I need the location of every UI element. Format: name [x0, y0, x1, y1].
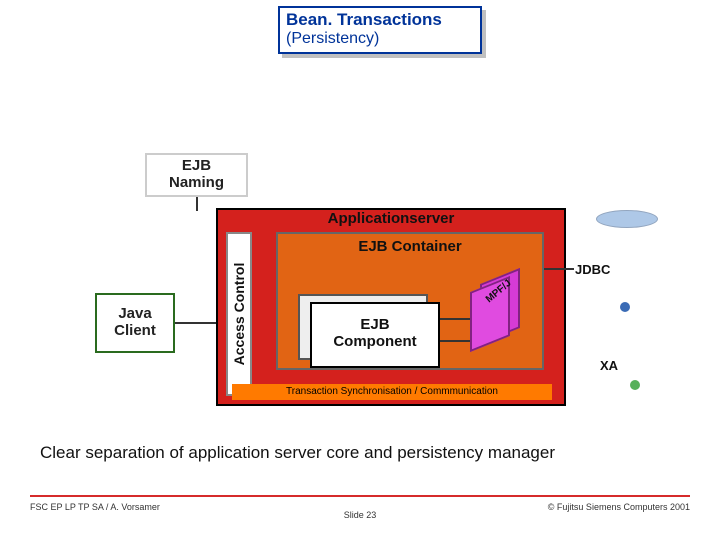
ejb-component-line2: Component [312, 334, 438, 351]
db-dot-icon [630, 380, 640, 390]
connector-line [544, 268, 574, 270]
database-icon [596, 210, 658, 228]
java-client-line2: Client [97, 322, 173, 339]
access-control-label: Access Control [231, 263, 247, 366]
connector-line [440, 318, 470, 320]
slide-title-line1: Bean. Transactions [286, 10, 474, 30]
ejb-component-box: EJB Component [310, 302, 440, 368]
connector-line [440, 340, 470, 342]
footer-divider [30, 495, 690, 497]
ejb-component-line1: EJB [312, 317, 438, 334]
applicationserver-title: Applicationserver [216, 210, 566, 227]
slide-title-line2: (Persistency) [286, 30, 474, 48]
ejb-naming-line2: Naming [147, 175, 246, 192]
jdbc-label: JDBC [575, 262, 610, 277]
access-control-box: Access Control [226, 232, 252, 396]
transaction-sync-bar: Transaction Synchronisation / Commmunica… [232, 384, 552, 400]
connector-line [196, 197, 198, 211]
ejb-naming-line1: EJB [147, 158, 246, 175]
java-client-box: Java Client [95, 293, 175, 353]
slide-root: Bean. Transactions (Persistency) EJB Nam… [0, 0, 720, 540]
xa-label: XA [600, 358, 618, 373]
slide-caption: Clear separation of application server c… [40, 443, 680, 463]
footer-right: © Fujitsu Siemens Computers 2001 [548, 502, 690, 512]
ejb-naming-box: EJB Naming [145, 153, 248, 197]
java-client-line1: Java [97, 305, 173, 322]
ejb-container-title: EJB Container [276, 238, 544, 255]
slide-title-box: Bean. Transactions (Persistency) [278, 6, 482, 54]
db-dot-icon [620, 302, 630, 312]
